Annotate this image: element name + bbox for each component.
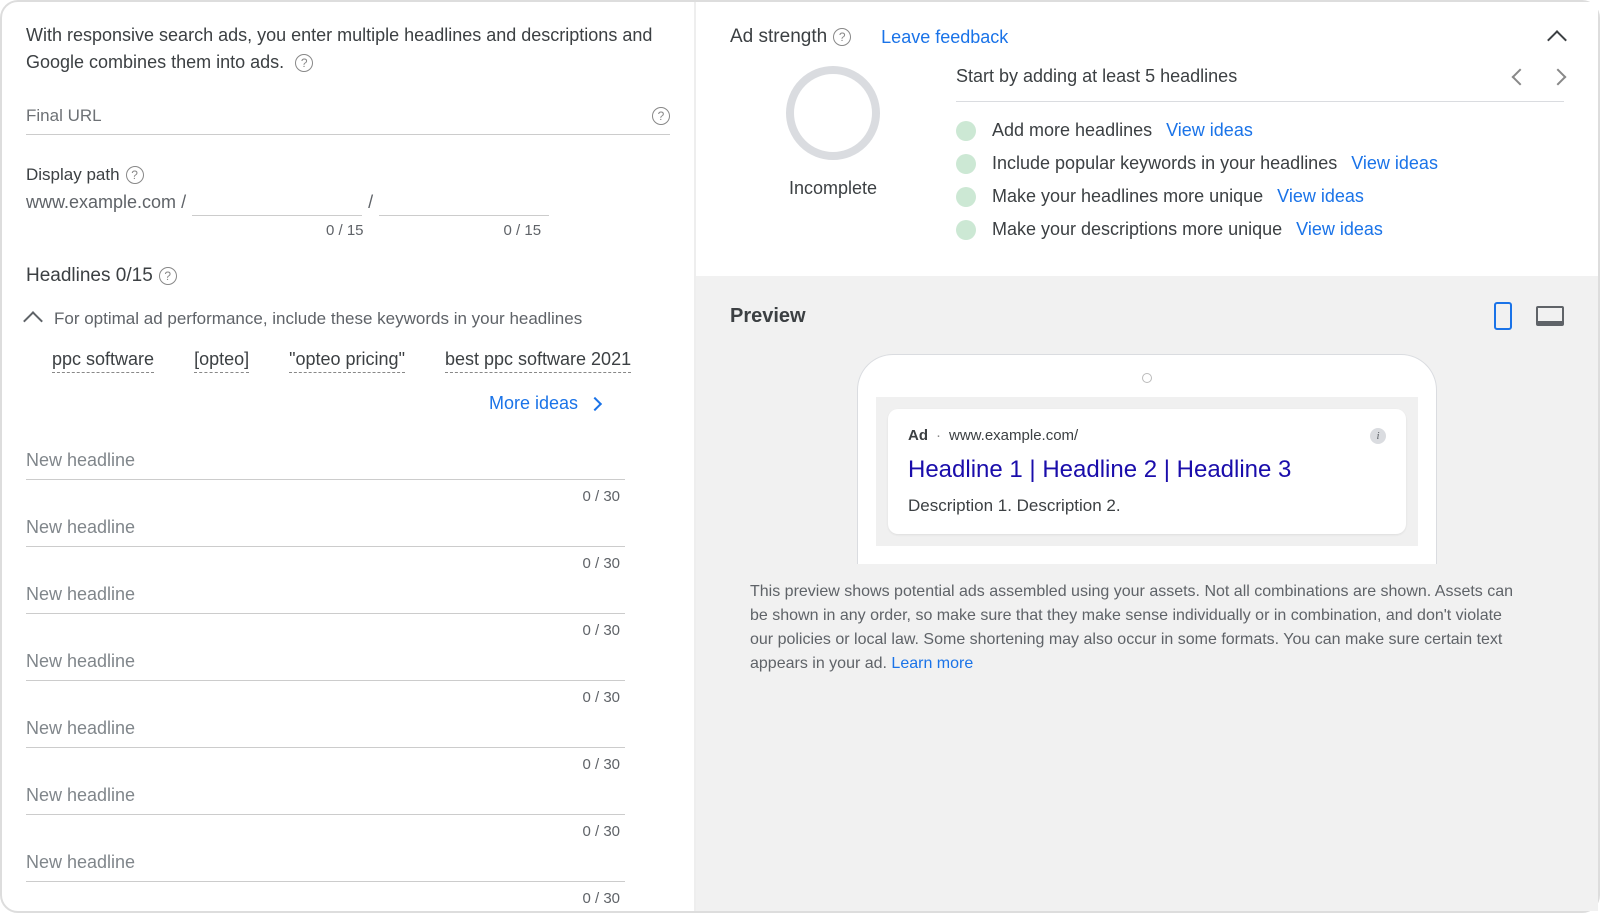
keyword-chip[interactable]: "opteo pricing" xyxy=(289,349,405,373)
desktop-preview-button[interactable] xyxy=(1536,306,1564,326)
headline-counter: 0 / 30 xyxy=(26,823,620,840)
preview-section: Preview Ad · www.example.com/ i Headline… xyxy=(696,276,1598,911)
keyword-chip[interactable]: ppc software xyxy=(52,349,154,373)
help-icon[interactable]: ? xyxy=(126,166,144,184)
headline-input[interactable] xyxy=(26,710,625,748)
headline-input[interactable] xyxy=(26,844,625,882)
chevron-up-icon xyxy=(1547,30,1567,50)
headline-input[interactable] xyxy=(26,576,625,614)
prev-tip-button[interactable] xyxy=(1512,68,1529,85)
device-toggle xyxy=(1494,302,1564,330)
help-icon[interactable]: ? xyxy=(295,54,313,72)
learn-more-link[interactable]: Learn more xyxy=(891,655,973,672)
view-ideas-link[interactable]: View ideas xyxy=(1277,186,1364,207)
status-dot-icon xyxy=(956,187,976,207)
headline-counter: 0 / 30 xyxy=(26,890,620,907)
display-path-base: www.example.com xyxy=(26,192,176,213)
path-input-2[interactable] xyxy=(379,191,549,216)
leave-feedback-link[interactable]: Leave feedback xyxy=(881,27,1008,48)
status-dot-icon xyxy=(956,121,976,141)
more-ideas-link[interactable]: More ideas xyxy=(489,393,600,414)
ad-strength-title: Ad strength xyxy=(730,26,827,48)
mobile-preview-button[interactable] xyxy=(1494,302,1512,330)
preview-title: Preview xyxy=(730,305,806,328)
keyword-chip[interactable]: best ppc software 2021 xyxy=(445,349,631,373)
status-dot-icon xyxy=(956,220,976,240)
tip-carousel-title: Start by adding at least 5 headlines xyxy=(956,66,1237,87)
help-icon[interactable]: ? xyxy=(159,267,177,285)
headline-input[interactable] xyxy=(26,509,625,547)
help-icon[interactable]: ? xyxy=(652,107,670,125)
headline-counter: 0 / 30 xyxy=(26,689,620,706)
display-path-row: www.example.com / / xyxy=(26,191,670,216)
intro-text: With responsive search ads, you enter mu… xyxy=(26,22,670,76)
headline-input[interactable] xyxy=(26,777,625,815)
view-ideas-link[interactable]: View ideas xyxy=(1296,219,1383,240)
collapse-button[interactable] xyxy=(1550,27,1564,47)
phone-camera-icon xyxy=(1142,373,1152,383)
status-dot-icon xyxy=(956,154,976,174)
view-ideas-link[interactable]: View ideas xyxy=(1166,120,1253,141)
ad-badge: Ad xyxy=(908,427,928,444)
headline-counter: 0 / 30 xyxy=(26,555,620,572)
ad-preview-card: Ad · www.example.com/ i Headline 1 | Hea… xyxy=(888,409,1406,534)
headline-counter: 0 / 30 xyxy=(26,488,620,505)
keyword-chips: ppc software [opteo] "opteo pricing" bes… xyxy=(26,349,670,373)
keyword-tip-toggle[interactable]: For optimal ad performance, include thes… xyxy=(26,309,670,329)
next-tip-button[interactable] xyxy=(1550,68,1567,85)
preview-note: This preview shows potential ads assembl… xyxy=(730,580,1564,676)
path-input-1[interactable] xyxy=(192,191,362,216)
final-url-field[interactable]: Final URL ? xyxy=(26,106,670,135)
info-icon[interactable]: i xyxy=(1370,428,1386,444)
tip-item: Add more headlines View ideas xyxy=(956,120,1564,141)
headline-counter: 0 / 30 xyxy=(26,756,620,773)
tip-item: Make your descriptions more unique View … xyxy=(956,219,1564,240)
ad-headline: Headline 1 | Headline 2 | Headline 3 xyxy=(908,456,1386,484)
gauge-circle-icon xyxy=(786,66,880,160)
tip-item: Make your headlines more unique View ide… xyxy=(956,186,1564,207)
headlines-title: Headlines 0/15 ? xyxy=(26,265,670,287)
ad-display-url: www.example.com/ xyxy=(949,427,1078,444)
phone-frame: Ad · www.example.com/ i Headline 1 | Hea… xyxy=(857,354,1437,564)
gauge-label: Incomplete xyxy=(789,178,877,199)
keyword-chip[interactable]: [opteo] xyxy=(194,349,249,373)
view-ideas-link[interactable]: View ideas xyxy=(1351,153,1438,174)
headline-input[interactable] xyxy=(26,643,625,681)
tip-item: Include popular keywords in your headlin… xyxy=(956,153,1564,174)
path-counters: 0 / 15 0 / 15 xyxy=(26,222,670,239)
help-icon[interactable]: ? xyxy=(833,28,851,46)
chevron-up-icon xyxy=(23,311,43,331)
display-path-label: Display path ? xyxy=(26,165,670,185)
chevron-right-icon xyxy=(588,396,602,410)
ad-description: Description 1. Description 2. xyxy=(908,496,1386,516)
ad-strength-section: Ad strength ? Leave feedback Incomplete … xyxy=(696,2,1598,276)
headline-counter: 0 / 30 xyxy=(26,622,620,639)
final-url-label: Final URL xyxy=(26,106,102,126)
headline-input[interactable] xyxy=(26,442,625,480)
strength-gauge: Incomplete xyxy=(786,66,880,252)
